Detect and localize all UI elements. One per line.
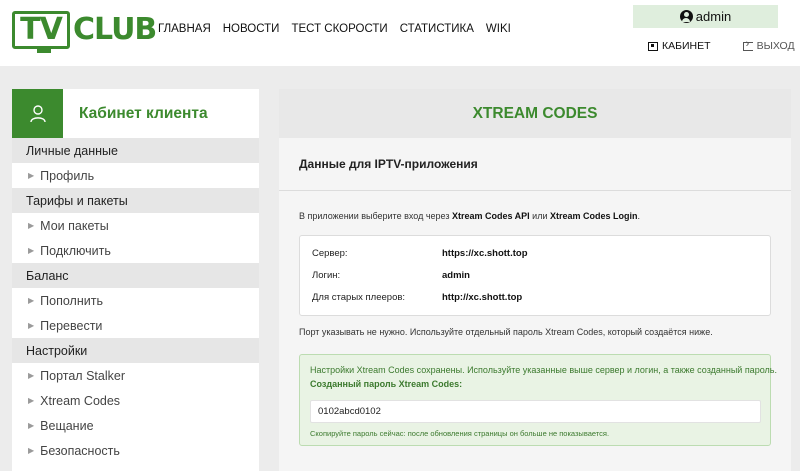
sidebar-item-xtream-codes[interactable]: ▶ Xtream Codes [12, 388, 259, 413]
tvclub-logo[interactable]: TV CLUB [12, 10, 157, 53]
port-note: Порт указывать не нужно. Используйте отд… [299, 327, 713, 337]
nav-home[interactable]: ГЛАВНАЯ [158, 23, 211, 35]
intro-suffix: . [637, 211, 641, 221]
triangle-right-icon: ▶ [28, 446, 35, 455]
triangle-right-icon: ▶ [28, 221, 35, 230]
user-circle-icon [679, 10, 693, 23]
triangle-right-icon: ▶ [28, 396, 35, 405]
password-field[interactable]: 0102abcd0102 [310, 400, 761, 423]
page-title: XTREAM CODES [472, 104, 598, 122]
success-alert: Настройки Xtream Codes сохранены. Исполь… [299, 354, 777, 446]
sidebar-item-label: Пополнить [40, 293, 103, 308]
nav-wiki[interactable]: WIKI [486, 23, 511, 35]
logo-tv-frame: TV [12, 11, 70, 53]
logout-icon [742, 38, 753, 51]
person-icon [12, 89, 63, 138]
triangle-right-icon: ▶ [28, 296, 35, 305]
sidebar-item-label: Перевести [40, 318, 103, 333]
sidebar-title: Кабинет клиента [79, 104, 208, 122]
sidebar-header: Кабинет клиента [12, 89, 259, 138]
user-badge[interactable]: admin [633, 5, 778, 28]
nav-news[interactable]: НОВОСТИ [223, 23, 280, 35]
sidebar-item-label: Мои пакеты [40, 218, 109, 233]
sidebar-item-label: Безопасность [40, 443, 120, 458]
site-header: TV CLUB ГЛАВНАЯ НОВОСТИ ТЕСТ СКОРОСТИ СТ… [0, 0, 800, 66]
sidebar-item-security[interactable]: ▶ Безопасность [12, 438, 259, 463]
intro-or: или [529, 211, 550, 221]
logo-tv-text: TV [20, 12, 63, 47]
triangle-right-icon: ▶ [28, 321, 35, 330]
cabinet-label: КАБИНЕТ [662, 40, 711, 52]
sidebar-item-subscribe[interactable]: ▶ Подключить [12, 238, 259, 263]
client-sidebar: Кабинет клиента Личные данные ▶ Профиль … [12, 89, 259, 471]
triangle-right-icon: ▶ [28, 421, 35, 430]
sidebar-item-label: Вещание [40, 418, 94, 433]
sidebar-section-balance: Баланс [12, 263, 259, 288]
intro-prefix: В приложении выберите вход через [299, 211, 452, 221]
password-label: Созданный пароль Xtream Codes: [310, 379, 463, 389]
login-value: admin [442, 270, 470, 281]
connection-info-box: Сервер: https://xc.shott.top Логин: admi… [299, 235, 771, 316]
server-row: Сервер: https://xc.shott.top [312, 248, 528, 259]
sidebar-item-my-packages[interactable]: ▶ Мои пакеты [12, 213, 259, 238]
username: admin [695, 9, 732, 24]
nav-speed-test[interactable]: ТЕСТ СКОРОСТИ [291, 23, 387, 35]
sidebar-item-broadcasting[interactable]: ▶ Вещание [12, 413, 259, 438]
sidebar-item-label: Профиль [40, 168, 95, 183]
triangle-right-icon: ▶ [28, 171, 35, 180]
account-links: КАБИНЕТ ВЫХОД [648, 38, 795, 52]
server-value: https://xc.shott.top [442, 248, 528, 259]
login-label: Логин: [312, 270, 341, 281]
intro-login: Xtream Codes Login [549, 211, 638, 221]
intro-text: В приложении выберите вход через Xtream … [299, 211, 640, 221]
server-label: Сервер: [312, 248, 348, 259]
panel-subheader: Данные для IPTV-приложения [279, 138, 791, 191]
sidebar-item-label: Подключить [40, 243, 111, 258]
section-title: Данные для IPTV-приложения [299, 157, 478, 171]
sidebar-item-profile[interactable]: ▶ Профиль [12, 163, 259, 188]
success-message: Настройки Xtream Codes сохранены. Исполь… [310, 365, 777, 375]
panel-header: XTREAM CODES [279, 89, 791, 138]
sidebar-item-top-up[interactable]: ▶ Пополнить [12, 288, 259, 313]
logout-link[interactable]: ВЫХОД [742, 38, 795, 52]
logo-club-text: CLUB [73, 12, 157, 47]
legacy-server-row: Для старых плееров: http://xc.shott.top [312, 292, 522, 303]
cabinet-icon [648, 41, 658, 51]
legacy-server-value: http://xc.shott.top [442, 292, 523, 303]
legacy-server-label: Для старых плееров: [312, 292, 406, 303]
sidebar-section-settings: Настройки [12, 338, 259, 363]
sidebar-item-label: Портал Stalker [40, 368, 125, 383]
sidebar-item-label: Xtream Codes [40, 393, 121, 408]
xtream-codes-panel: XTREAM CODES Данные для IPTV-приложения … [279, 89, 791, 471]
sidebar-section-tariffs: Тарифы и пакеты [12, 188, 259, 213]
intro-api: Xtream Codes API [451, 211, 530, 221]
sidebar-section-personal: Личные данные [12, 138, 259, 163]
login-row: Логин: admin [312, 270, 470, 281]
password-note: Скопируйте пароль сейчас: после обновлен… [310, 429, 610, 438]
sidebar-item-transfer[interactable]: ▶ Перевести [12, 313, 259, 338]
triangle-right-icon: ▶ [28, 371, 35, 380]
nav-statistics[interactable]: СТАТИСТИКА [400, 23, 474, 35]
logout-label: ВЫХОД [756, 40, 795, 52]
logo-tv-stand [37, 49, 51, 53]
sidebar-item-stalker-portal[interactable]: ▶ Портал Stalker [12, 363, 259, 388]
triangle-right-icon: ▶ [28, 246, 35, 255]
main-nav: ГЛАВНАЯ НОВОСТИ ТЕСТ СКОРОСТИ СТАТИСТИКА… [158, 23, 511, 35]
cabinet-link[interactable]: КАБИНЕТ [648, 40, 711, 52]
